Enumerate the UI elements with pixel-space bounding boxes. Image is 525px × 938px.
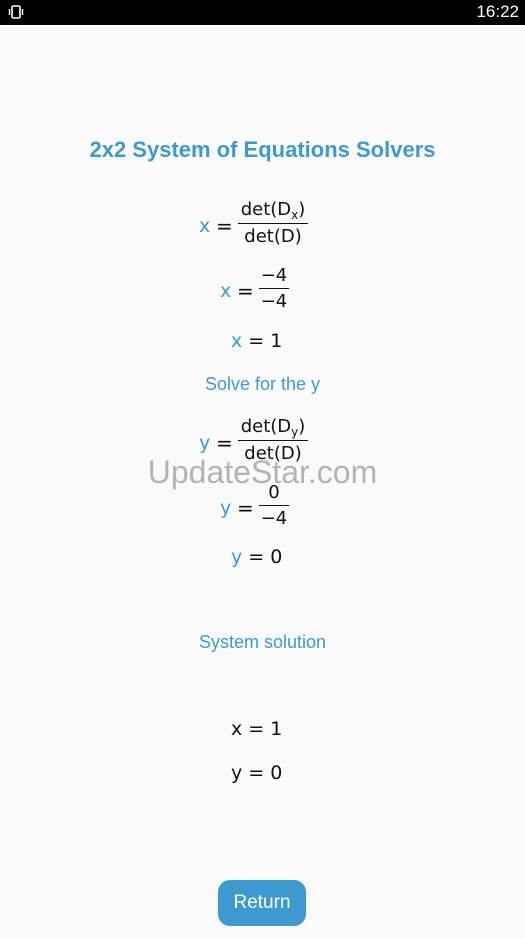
x-var-label: x (220, 280, 232, 302)
vibrate-icon (8, 5, 24, 19)
page-title: 2x2 System of Equations Solvers (89, 137, 436, 162)
x-denominator: −4 (260, 291, 288, 312)
status-bar: 16:22 (0, 0, 525, 25)
equals-sign: = (216, 214, 233, 238)
solution-header: System solution (198, 632, 327, 652)
y-section-header: Solve for the y (204, 374, 321, 394)
x-numerator: −4 (260, 265, 288, 286)
x-var-label: x (199, 215, 211, 237)
y-result: y = 0 (231, 546, 283, 568)
y-var-label: y (199, 432, 211, 454)
solution-y: y = 0 (231, 762, 283, 784)
x-formula-fraction: det(Dx) det(D) (238, 199, 308, 248)
y-var-label: y (220, 497, 232, 519)
equals-sign: = (237, 279, 254, 303)
y-values-fraction: 0 −4 (259, 482, 289, 530)
equals-sign: = (237, 496, 254, 520)
equals-sign: = (216, 431, 233, 455)
clock: 16:22 (476, 2, 519, 21)
x-formula-denominator: det(D) (244, 226, 302, 247)
solution-x: x = 1 (231, 718, 283, 740)
y-numerator: 0 (268, 482, 280, 503)
x-values-fraction: −4 −4 (259, 265, 289, 313)
y-formula-numerator: det(Dy) (240, 416, 306, 439)
return-button[interactable]: Return (218, 880, 306, 926)
x-result: x = 1 (231, 330, 283, 352)
x-formula-numerator: det(Dx) (240, 199, 306, 222)
y-denominator: −4 (260, 508, 288, 529)
